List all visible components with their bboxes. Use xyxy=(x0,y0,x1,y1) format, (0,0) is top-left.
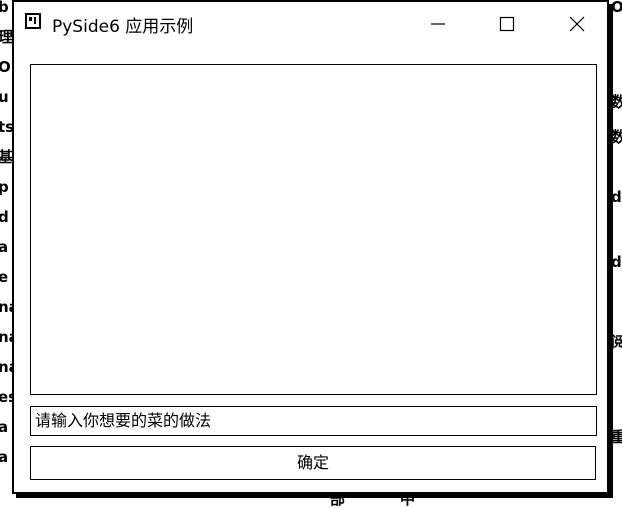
maximize-icon xyxy=(499,16,515,32)
background-text-fragment: u xyxy=(0,88,9,106)
background-text-fragment: d xyxy=(0,208,9,226)
background-text-fragment: O xyxy=(0,58,11,76)
close-icon xyxy=(569,16,585,32)
title-bar[interactable]: PySide6 应用示例 xyxy=(14,2,607,46)
background-text-fragment: di xyxy=(611,188,622,206)
background-text-fragment: 数 xyxy=(611,93,622,111)
background-text-fragment: a xyxy=(0,418,9,436)
background-text-fragment: d xyxy=(611,253,622,271)
background-text-fragment: e xyxy=(0,268,9,286)
window-title: PySide6 应用示例 xyxy=(52,17,194,37)
background-text-fragment: O xyxy=(611,0,622,16)
background-text-fragment: 阅 xyxy=(611,333,622,351)
background-text-fragment: p xyxy=(0,178,9,196)
app-window: PySide6 应用示例 请输入你想要的菜的做法 确定 xyxy=(12,0,609,494)
background-text-fragment: 数 xyxy=(611,128,622,146)
close-button[interactable] xyxy=(554,2,600,46)
output-text-area[interactable] xyxy=(30,64,597,395)
background-text-fragment: b xyxy=(0,0,9,16)
minimize-icon xyxy=(431,23,445,25)
app-window-icon xyxy=(25,13,41,29)
background-text-fragment: a xyxy=(0,448,9,466)
background-text-fragment: a xyxy=(0,238,9,256)
minimize-button[interactable] xyxy=(415,2,461,46)
background-text-fragment: 重 xyxy=(611,428,622,446)
recipe-input-placeholder: 请输入你想要的菜的做法 xyxy=(35,411,212,430)
confirm-button[interactable]: 确定 xyxy=(30,446,596,480)
recipe-input[interactable]: 请输入你想要的菜的做法 xyxy=(30,406,597,436)
maximize-button[interactable] xyxy=(484,2,530,46)
